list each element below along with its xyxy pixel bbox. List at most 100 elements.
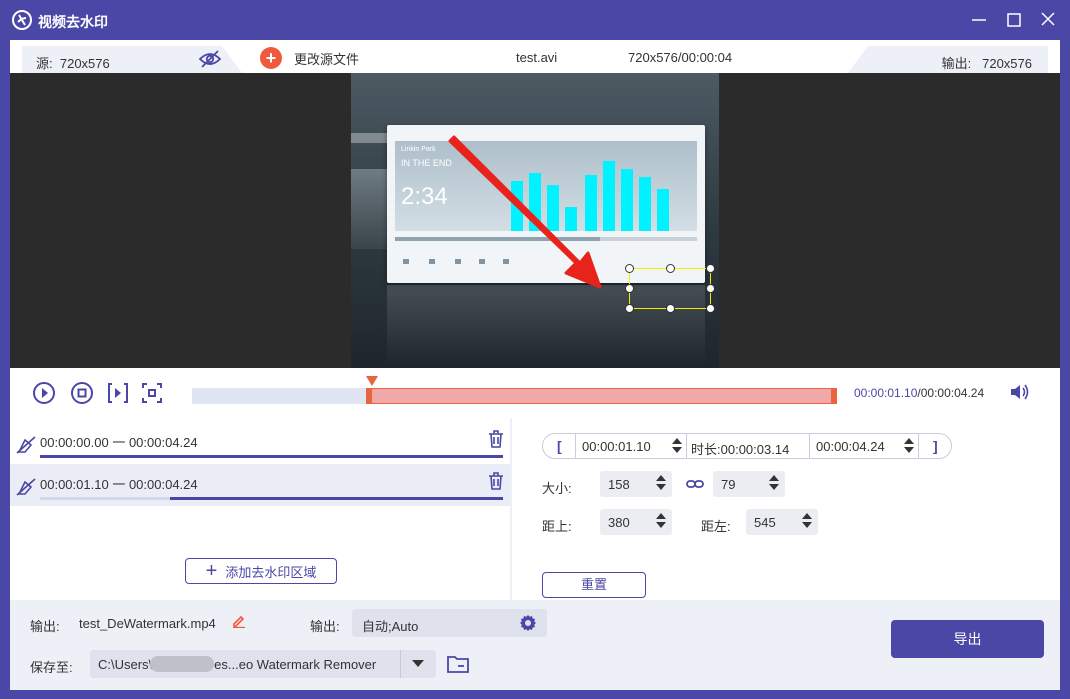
resize-handle[interactable] xyxy=(666,304,675,313)
resize-handle[interactable] xyxy=(625,264,634,273)
visualizer-bar xyxy=(603,161,615,231)
visualizer-bar xyxy=(511,181,523,231)
add-watermark-region-button[interactable]: + 添加去水印区域 xyxy=(185,558,337,584)
source-resolution: 720x576 xyxy=(59,56,110,71)
link-aspect-icon[interactable] xyxy=(686,478,704,490)
snapshot-button[interactable] xyxy=(140,381,164,405)
change-source-button[interactable]: + 更改源文件 xyxy=(260,46,359,70)
spin-up-icon[interactable] xyxy=(802,513,812,519)
resize-handle[interactable] xyxy=(706,264,715,273)
current-time: 00:00:01.10 xyxy=(854,386,918,400)
player-song: IN THE END xyxy=(401,158,452,168)
end-time-stepper[interactable]: 00:00:04.24 xyxy=(809,433,919,459)
spin-arrows-icon[interactable] xyxy=(802,511,812,531)
spin-down-icon[interactable] xyxy=(802,522,812,528)
output-settings-bar: 输出: test_DeWatermark.mp4 输出: 自动;Auto 保存至… xyxy=(10,600,1060,690)
resize-handle[interactable] xyxy=(666,264,675,273)
scene-side-panel xyxy=(351,169,391,249)
watermark-selection-box[interactable] xyxy=(625,264,715,313)
maximize-icon xyxy=(1007,13,1021,27)
spin-down-icon[interactable] xyxy=(656,522,666,528)
height-value: 79 xyxy=(721,477,736,492)
change-source-label: 更改源文件 xyxy=(294,51,360,67)
visualizer-bar xyxy=(547,185,559,231)
playhead-marker-icon[interactable] xyxy=(366,376,378,388)
set-end-button[interactable]: ] xyxy=(933,438,938,454)
save-path-select[interactable]: C:\Users\ es...eo Watermark Remover xyxy=(90,650,436,678)
maximize-button[interactable] xyxy=(1001,8,1027,32)
player-screen: Linkin Park IN THE END 2:34 xyxy=(395,141,697,231)
trash-icon[interactable] xyxy=(488,430,504,448)
spin-down-icon[interactable] xyxy=(672,447,682,453)
left-offset-value: 545 xyxy=(754,515,776,530)
region-progress-fill xyxy=(40,455,503,458)
chevron-down-icon[interactable] xyxy=(412,660,424,667)
spin-arrows-icon[interactable] xyxy=(769,473,779,493)
player-control-dot xyxy=(429,259,435,264)
edit-pencil-icon[interactable] xyxy=(232,614,246,628)
timeline-selected-segment[interactable] xyxy=(366,388,837,404)
source-info: 源: 720x576 xyxy=(36,53,110,72)
source-tab: 源: 720x576 xyxy=(22,46,242,73)
spin-arrows-icon[interactable] xyxy=(672,436,682,456)
output-format-select[interactable]: 自动;Auto xyxy=(352,609,547,637)
player-control-dot xyxy=(479,259,485,264)
save-path-value: C:\Users\ es...eo Watermark Remover xyxy=(98,657,376,672)
spin-down-icon[interactable] xyxy=(769,484,779,490)
spin-arrows-icon[interactable] xyxy=(904,436,914,456)
spin-up-icon[interactable] xyxy=(656,513,666,519)
spin-up-icon[interactable] xyxy=(769,475,779,481)
spin-up-icon[interactable] xyxy=(656,475,666,481)
start-time-stepper[interactable]: 00:00:01.10 xyxy=(575,433,687,459)
spin-arrows-icon[interactable] xyxy=(656,511,666,531)
region-end: 00:00:04.24 xyxy=(128,477,198,492)
visualizer-bar xyxy=(657,189,669,231)
region-end: 00:00:04.24 xyxy=(128,435,198,450)
stop-button[interactable] xyxy=(70,381,94,405)
resize-handle[interactable] xyxy=(625,284,634,293)
next-frame-button[interactable] xyxy=(106,381,130,405)
resize-handle[interactable] xyxy=(706,284,715,293)
region-item[interactable]: 00:00:00.00 一 00:00:04.24 xyxy=(10,422,510,464)
top-offset-stepper[interactable]: 380 xyxy=(600,509,672,535)
resize-handle[interactable] xyxy=(706,304,715,313)
volume-icon[interactable] xyxy=(1008,382,1030,402)
output-format-label: 输出: xyxy=(310,619,340,634)
left-offset-stepper[interactable]: 545 xyxy=(746,509,818,535)
size-label: 大小: xyxy=(542,481,572,496)
segment-start-handle[interactable] xyxy=(366,388,373,404)
spin-up-icon[interactable] xyxy=(904,438,914,444)
gear-icon[interactable] xyxy=(519,614,537,632)
play-button[interactable] xyxy=(32,381,56,405)
region-progress xyxy=(40,455,503,458)
resize-handle[interactable] xyxy=(625,304,634,313)
region-item-selected[interactable]: 00:00:01.10 一 00:00:04.24 xyxy=(10,464,510,506)
minimize-button[interactable] xyxy=(966,8,992,32)
spin-down-icon[interactable] xyxy=(656,484,666,490)
open-folder-icon[interactable] xyxy=(446,654,470,674)
title-bar: 视频去水印 xyxy=(0,0,1070,40)
spin-arrows-icon[interactable] xyxy=(656,473,666,493)
set-start-button[interactable]: [ xyxy=(557,438,562,454)
hide-preview-eye-icon[interactable] xyxy=(198,49,222,69)
output-tab: 输出: 720x576 xyxy=(848,46,1048,73)
segment-end-handle[interactable] xyxy=(830,388,837,404)
music-player-window: Linkin Park IN THE END 2:34 xyxy=(387,125,705,283)
player-control-dot xyxy=(455,259,461,264)
top-label: 距上: xyxy=(542,519,572,534)
width-stepper[interactable]: 158 xyxy=(600,471,672,497)
add-region-label: 添加去水印区域 xyxy=(225,564,317,580)
height-stepper[interactable]: 79 xyxy=(713,471,785,497)
reset-button[interactable]: 重置 xyxy=(542,572,646,598)
region-settings-panel: [ 00:00:01.10 时长:00:00:03.14 00:00:04.24… xyxy=(512,418,1060,600)
visualizer-bar xyxy=(585,175,597,231)
file-name: test.avi xyxy=(516,50,558,65)
video-frame: Linkin Park IN THE END 2:34 xyxy=(351,73,719,368)
spin-up-icon[interactable] xyxy=(672,438,682,444)
region-progress-fill xyxy=(169,497,503,500)
timeline-track[interactable] xyxy=(192,388,837,404)
close-button[interactable] xyxy=(1035,8,1061,32)
spin-down-icon[interactable] xyxy=(904,447,914,453)
trash-icon[interactable] xyxy=(488,472,504,490)
export-button[interactable]: 导出 xyxy=(891,620,1044,658)
